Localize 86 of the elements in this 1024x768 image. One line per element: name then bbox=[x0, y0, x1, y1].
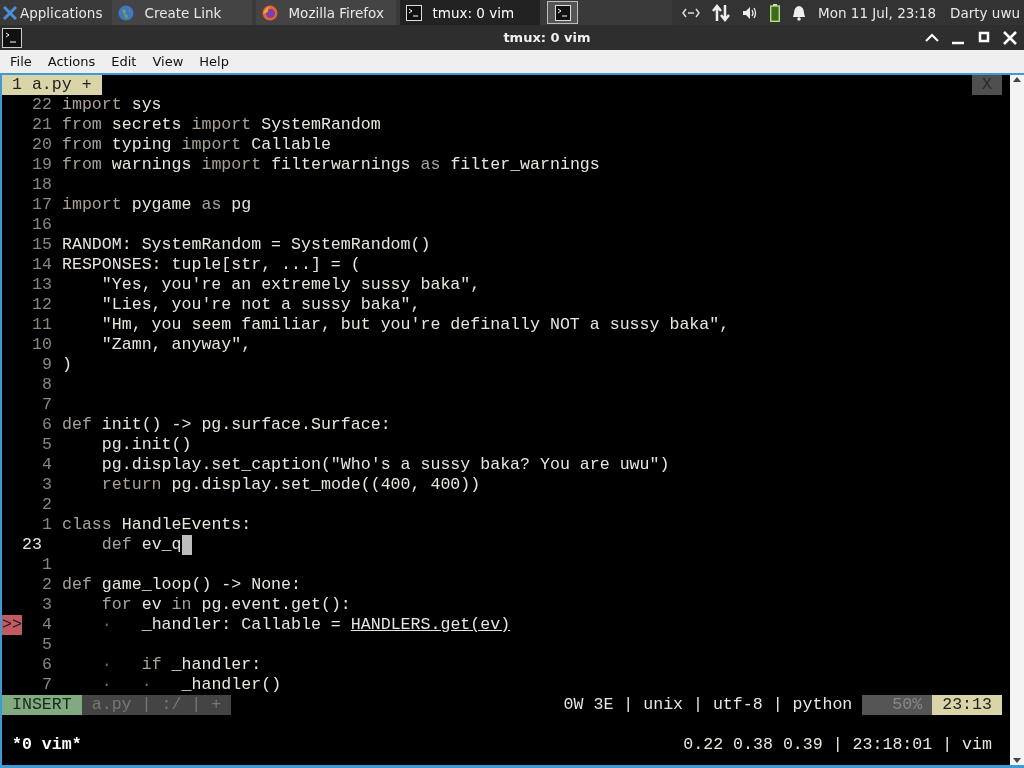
code-line: for ev in pg.event.get(): bbox=[100, 595, 351, 615]
menu-item[interactable]: Help bbox=[191, 54, 237, 69]
code-line: def init() -> pg.surface.Surface: bbox=[62, 415, 391, 435]
line-number: 22 bbox=[31, 95, 53, 115]
terminal-icon bbox=[406, 4, 423, 21]
scroll-down-icon[interactable] bbox=[1012, 757, 1022, 765]
line-number: 21 bbox=[31, 115, 53, 135]
terminal-launcher[interactable] bbox=[547, 1, 579, 24]
line-number: 7 bbox=[41, 675, 53, 695]
user-name[interactable]: Darty uwu bbox=[950, 4, 1020, 21]
line-number: 3 bbox=[41, 475, 53, 495]
sign-marker: >> bbox=[2, 615, 22, 635]
window-title: tmux: 0 vim bbox=[502, 30, 592, 45]
menu-item[interactable]: View bbox=[144, 54, 192, 69]
line-number: 8 bbox=[41, 375, 53, 395]
line-number: 2 bbox=[41, 575, 53, 595]
line-number: 5 bbox=[41, 635, 53, 655]
line-number: 20 bbox=[31, 135, 53, 155]
code-line: RESPONSES: tuple[str, ...] = ( bbox=[62, 255, 361, 275]
applications-menu[interactable]: Applications bbox=[0, 0, 109, 25]
line-number: 19 bbox=[31, 155, 53, 175]
line-number: 18 bbox=[31, 175, 53, 195]
line-number: 1 bbox=[41, 555, 53, 575]
line-number: 2 bbox=[41, 495, 53, 515]
bell-icon bbox=[792, 4, 807, 21]
network-icon bbox=[682, 6, 701, 19]
line-number: 10 bbox=[31, 335, 53, 355]
code-line: def game_loop() -> None: bbox=[62, 575, 301, 595]
browser-icon bbox=[262, 4, 279, 21]
code-line: import sys bbox=[62, 95, 162, 115]
line-number: 4 bbox=[41, 455, 53, 475]
tmux-window[interactable]: *0 vim* bbox=[2, 735, 82, 755]
code-line: pg.init() bbox=[100, 435, 192, 455]
code-line: "Hm, you seem familiar, but you're definally NOT a sussy baka", bbox=[100, 315, 730, 335]
terminal-icon bbox=[554, 4, 571, 21]
code-line: from typing import Callable bbox=[62, 135, 331, 155]
code-line: import pygame as pg bbox=[62, 195, 252, 215]
code-line: "Yes, you're an extremely sussy baka", bbox=[100, 275, 481, 295]
line-number: 16 bbox=[31, 215, 53, 235]
line-number: 15 bbox=[31, 235, 53, 255]
code-line: from warnings import filterwarnings as filter_warnings bbox=[62, 155, 600, 175]
buffer-tab[interactable]: 1 a.py + bbox=[2, 75, 102, 95]
code-line: · · _handler() bbox=[100, 675, 282, 695]
line-number: 11 bbox=[31, 315, 53, 335]
code-line: pg.display.set_caption("Who's a sussy baka? You are uwu") bbox=[100, 455, 670, 475]
code-line: def ev_q bbox=[100, 535, 182, 555]
code-line: ) bbox=[62, 355, 72, 375]
line-number: 3 bbox=[41, 595, 53, 615]
line-number: 14 bbox=[31, 255, 53, 275]
taskbar-button[interactable]: tmux: 0 vim bbox=[400, 0, 541, 25]
line-number: 9 bbox=[41, 355, 53, 375]
code-line: class HandleEvents: bbox=[62, 515, 252, 535]
file-info: 0W 3E | unix | utf-8 | python bbox=[563, 695, 853, 715]
battery-icon bbox=[770, 3, 781, 22]
code-line: "Lies, you're not a sussy baka", bbox=[100, 295, 421, 315]
menu-item[interactable]: Edit bbox=[103, 54, 145, 69]
taskbar-button[interactable]: Create Link bbox=[112, 0, 253, 25]
code-line: RANDOM: SystemRandom = SystemRandom() bbox=[62, 235, 431, 255]
line-number: 13 bbox=[31, 275, 53, 295]
line-number: 17 bbox=[31, 195, 53, 215]
globe-icon bbox=[118, 4, 135, 21]
mode-indicator: INSERT bbox=[2, 695, 82, 715]
clock[interactable]: Mon 11 Jul, 23:18 bbox=[818, 4, 937, 21]
code-line: "Zamn, anyway", bbox=[100, 335, 252, 355]
line-number: 7 bbox=[41, 395, 53, 415]
line-number: 12 bbox=[31, 295, 53, 315]
line-number: 23 bbox=[22, 535, 43, 555]
taskbar-button[interactable]: Mozilla Firefox bbox=[256, 0, 397, 25]
transfer-arrows-icon bbox=[712, 3, 731, 22]
code-line: · if _handler: bbox=[100, 655, 262, 675]
code-line: · _handler: Callable = HANDLERS.get(ev) bbox=[100, 615, 511, 635]
cursor-position: 23:13 bbox=[932, 695, 1002, 715]
menu-item[interactable]: Actions bbox=[39, 54, 104, 69]
tmux-status: 0.22 0.38 0.39 | 23:18:01 | vim bbox=[683, 735, 993, 755]
code-line: from secrets import SystemRandom bbox=[62, 115, 381, 135]
volume-icon bbox=[742, 5, 759, 20]
line-number: 6 bbox=[41, 415, 53, 435]
code-line: return pg.display.set_mode((400, 400)) bbox=[100, 475, 481, 495]
scrollbar[interactable] bbox=[1010, 75, 1024, 765]
terminal-icon bbox=[2, 27, 22, 48]
line-number: 4 bbox=[41, 615, 53, 635]
line-number: 5 bbox=[41, 435, 53, 455]
line-number: 1 bbox=[41, 515, 53, 535]
x-logo-icon bbox=[3, 5, 17, 20]
line-number: 6 bbox=[41, 655, 53, 675]
menu-item[interactable]: File bbox=[2, 54, 40, 69]
